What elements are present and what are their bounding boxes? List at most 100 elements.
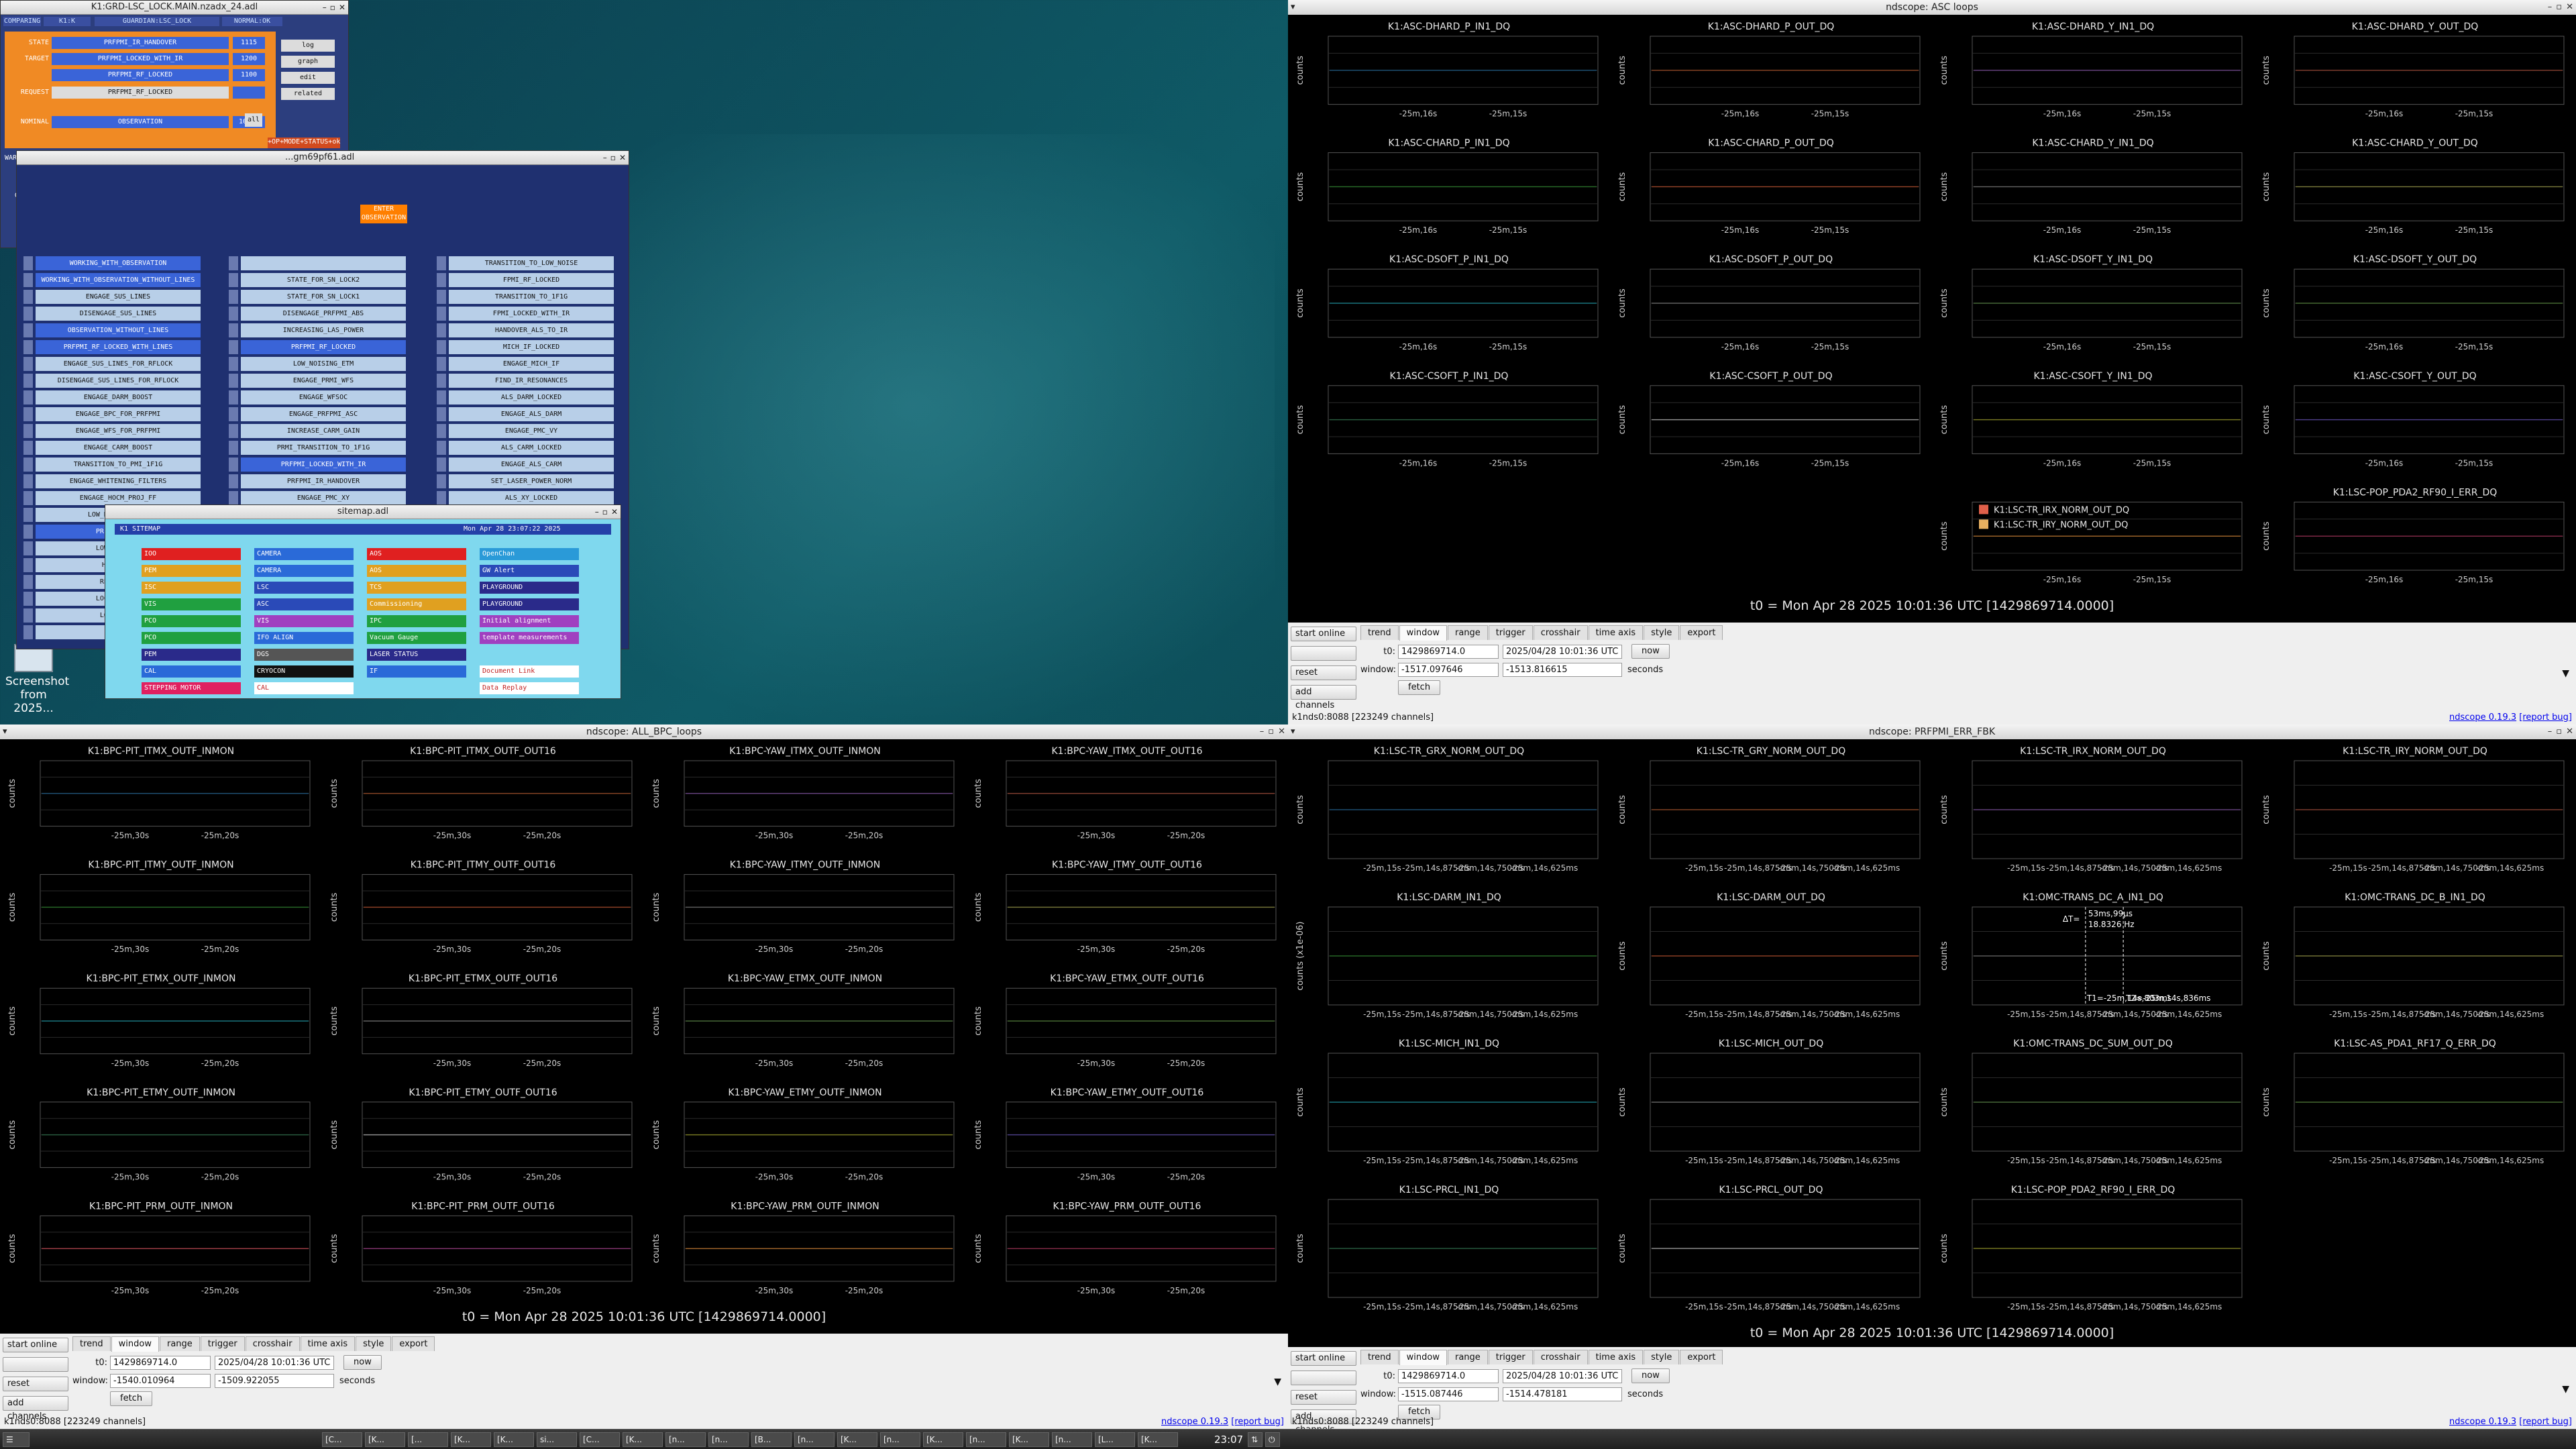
state-marker-icon[interactable] [437, 307, 446, 321]
state-marker-icon[interactable] [23, 592, 33, 606]
state-marker-icon[interactable] [437, 340, 446, 354]
guardian-edit-button[interactable]: edit [281, 72, 335, 84]
plot-panel[interactable]: K1:LSC-TR_GRX_NORM_OUT_DQcounts -25m,15s -… [1295, 746, 1599, 873]
state-marker-icon[interactable] [437, 424, 446, 438]
window-menu-icon[interactable]: ▾ [1291, 724, 1295, 739]
state-marker-icon[interactable] [437, 441, 446, 455]
plot-grid[interactable]: K1:BPC-PIT_ITMX_OUTF_INMON counts -25m,30s… [0, 739, 1288, 1308]
state-marker-icon[interactable] [23, 307, 33, 321]
sitemap-tile[interactable]: IFO ALIGN [254, 632, 354, 644]
guardian-state-button[interactable]: TRANSITION_TO_PMI_1F1G [36, 458, 201, 472]
maximize-icon[interactable]: ▫ [2556, 2, 2562, 12]
sitemap-tile[interactable]: CRYOCON [254, 665, 354, 678]
minimize-icon[interactable]: – [2548, 727, 2553, 737]
taskbar-window-button[interactable]: [n... [966, 1432, 1006, 1447]
state-marker-icon[interactable] [229, 340, 238, 354]
plot-panel[interactable]: K1:ASC-CSOFT_P_IN1_DQcounts -25m,16s -25m,… [1295, 371, 1599, 468]
guardian-state-button[interactable]: DISENGAGE_PRFPMI_ABS [241, 307, 406, 321]
sitemap-tile[interactable]: PLAYGROUND [480, 598, 579, 610]
plot-panel[interactable]: K1:ASC-DHARD_Y_OUT_DQcounts -25m,16s -25m,… [2261, 21, 2565, 119]
now-button[interactable]: now [1631, 644, 1670, 659]
report-bug-link[interactable]: [report bug] [1231, 1417, 1284, 1427]
plot-panel[interactable]: K1:LSC-MICH_IN1_DQcounts -25m,15s -25m,14s… [1295, 1038, 1599, 1165]
state-marker-icon[interactable] [437, 407, 446, 421]
guardian-state-button[interactable]: ENGAGE_ALS_DARM [449, 407, 614, 421]
taskbar-window-button[interactable]: [n... [1052, 1432, 1092, 1447]
state-marker-icon[interactable] [229, 357, 238, 371]
close-icon[interactable]: ✕ [619, 153, 626, 162]
minimize-icon[interactable]: – [1260, 727, 1265, 737]
state-marker-icon[interactable] [229, 458, 238, 472]
tab-trigger[interactable]: trigger [200, 1336, 245, 1351]
guardian-state-button[interactable]: WORKING_WITH_OBSERVATION [36, 256, 201, 270]
guardian-state-button[interactable]: ALS_CARM_LOCKED [449, 441, 614, 455]
state-marker-icon[interactable] [437, 273, 446, 287]
tab-window[interactable]: window [111, 1336, 159, 1352]
guardian-state-button[interactable]: SET_LASER_POWER_NORM [449, 474, 614, 488]
start-online-button[interactable]: start online [1291, 627, 1356, 641]
plot-panel[interactable]: K1:LSC-MICH_OUT_DQcounts -25m,15s -25m,14s… [1617, 1038, 1921, 1165]
guardian-state-button[interactable]: FPMI_RF_LOCKED [449, 273, 614, 287]
plot-panel[interactable]: K1:BPC-YAW_ITMY_OUTF_OUT16counts -25m,30s… [973, 860, 1277, 955]
start-online-button[interactable]: start online [3, 1338, 68, 1352]
taskbar-window-button[interactable]: [K... [451, 1432, 491, 1447]
plot-panel[interactable]: K1:BPC-PIT_ITMY_OUTF_INMONcounts -25m,30s… [7, 860, 311, 955]
window-start-field[interactable]: -1517.097646 [1398, 663, 1499, 677]
window-menu-icon[interactable]: ▾ [3, 724, 7, 739]
guardian-state-button[interactable]: ENGAGE_HOCM_PROJ_FF [36, 491, 201, 505]
plot-panel[interactable]: counts -25m,16s -25m,15s K1:LSC-TR_IRX_NORM… [1939, 501, 2243, 584]
window-start-field[interactable]: -1540.010964 [110, 1374, 211, 1388]
plot-panel[interactable]: K1:BPC-YAW_ETMY_OUTF_OUT16counts -25m,30s… [973, 1087, 1277, 1182]
plot-panel[interactable]: K1:OMC-TRANS_DC_SUM_OUT_DQcounts -25m,15s… [1939, 1038, 2243, 1165]
tab-range[interactable]: range [1447, 625, 1488, 640]
state-marker-icon[interactable] [229, 424, 238, 438]
sitemap-tile[interactable]: ISC [142, 582, 241, 594]
plot-panel[interactable]: K1:BPC-PIT_ITMX_OUTF_OUT16counts -25m,30s… [329, 746, 633, 841]
plot-panel[interactable]: K1:ASC-DSOFT_Y_IN1_DQcounts -25m,16s -25m,… [1939, 254, 2243, 352]
maximize-icon[interactable]: ▫ [330, 3, 335, 12]
state-marker-icon[interactable] [23, 357, 33, 371]
taskbar-window-button[interactable]: [K... [1138, 1432, 1178, 1447]
desktop-icon-screenshot[interactable]: Screenshot from 2025... [5, 644, 69, 715]
plot-panel[interactable]: K1:BPC-PIT_PRM_OUTF_INMONcounts -25m,30s -… [7, 1201, 311, 1295]
sitemap-tile[interactable]: LASER STATUS [367, 649, 466, 661]
plot-panel[interactable]: K1:OMC-TRANS_DC_B_IN1_DQcounts -25m,15s -2… [2261, 892, 2565, 1019]
state-marker-icon[interactable] [23, 273, 33, 287]
plot-panel[interactable]: K1:BPC-YAW_PRM_OUTF_INMONcounts -25m,30s -… [651, 1201, 955, 1295]
guardian-state-button[interactable]: FPMI_LOCKED_WITH_IR [449, 307, 614, 321]
taskbar-window-button[interactable]: [L... [1095, 1432, 1135, 1447]
state-marker-icon[interactable] [229, 323, 238, 337]
tray-network-icon[interactable]: ⇅ [1248, 1432, 1263, 1447]
sitemap-tile[interactable]: VIS [254, 615, 354, 627]
state-marker-icon[interactable] [23, 558, 33, 572]
sitemap-tile[interactable]: DGS [254, 649, 354, 661]
plot-panel[interactable]: K1:BPC-PIT_ETMX_OUTF_OUT16counts -25m,30s… [329, 973, 633, 1068]
taskbar-window-button[interactable]: [n... [665, 1432, 706, 1447]
tray-power-icon[interactable]: ⏻ [1265, 1432, 1280, 1447]
taskbar-window-button[interactable]: [K... [494, 1432, 534, 1447]
guardian-state-button[interactable]: PRFPMI_RF_LOCKED_WITH_LINES [36, 340, 201, 354]
t0-utc-field[interactable]: 2025/04/28 10:01:36 UTC [215, 1355, 334, 1370]
guardian-state-button[interactable]: PRFPMI_IR_HANDOVER [241, 474, 406, 488]
state-marker-icon[interactable] [229, 273, 238, 287]
taskbar-window-button[interactable]: [n... [708, 1432, 749, 1447]
state-marker-icon[interactable] [229, 307, 238, 321]
plot-grid[interactable]: K1:LSC-TR_GRX_NORM_OUT_DQ counts -25m,15s -… [1288, 739, 2576, 1324]
add-channels-button[interactable]: add channels [1291, 685, 1356, 710]
sitemap-tile[interactable]: Document Link [480, 665, 579, 678]
state-marker-icon[interactable] [229, 374, 238, 388]
sitemap-tile[interactable] [367, 682, 466, 694]
tab-window[interactable]: window [1399, 625, 1447, 641]
state-marker-icon[interactable] [23, 390, 33, 405]
sitemap-tile[interactable]: IOO [142, 548, 241, 560]
guardian-state-button[interactable]: DISENGAGE_SUS_LINES_FOR_RFLOCK [36, 374, 201, 388]
guardian-state-button[interactable]: OBSERVATION_WITHOUT_LINES [36, 323, 201, 337]
ndscope-version-link[interactable]: ndscope 0.19.3 [2449, 712, 2516, 722]
plot-panel[interactable]: K1:BPC-YAW_ITMX_OUTF_OUT16counts -25m,30s… [973, 746, 1277, 841]
disabled-button[interactable] [1291, 1371, 1356, 1385]
expand-chevron-icon[interactable]: ▼ [2562, 668, 2569, 679]
guardian-state-button[interactable]: ALS_DARM_LOCKED [449, 390, 614, 405]
state-marker-icon[interactable] [229, 407, 238, 421]
tab-trend[interactable]: trend [1360, 1350, 1399, 1364]
plot-grid[interactable]: K1:ASC-DHARD_P_IN1_DQ counts -25m,16s -25m,… [1288, 15, 2576, 597]
